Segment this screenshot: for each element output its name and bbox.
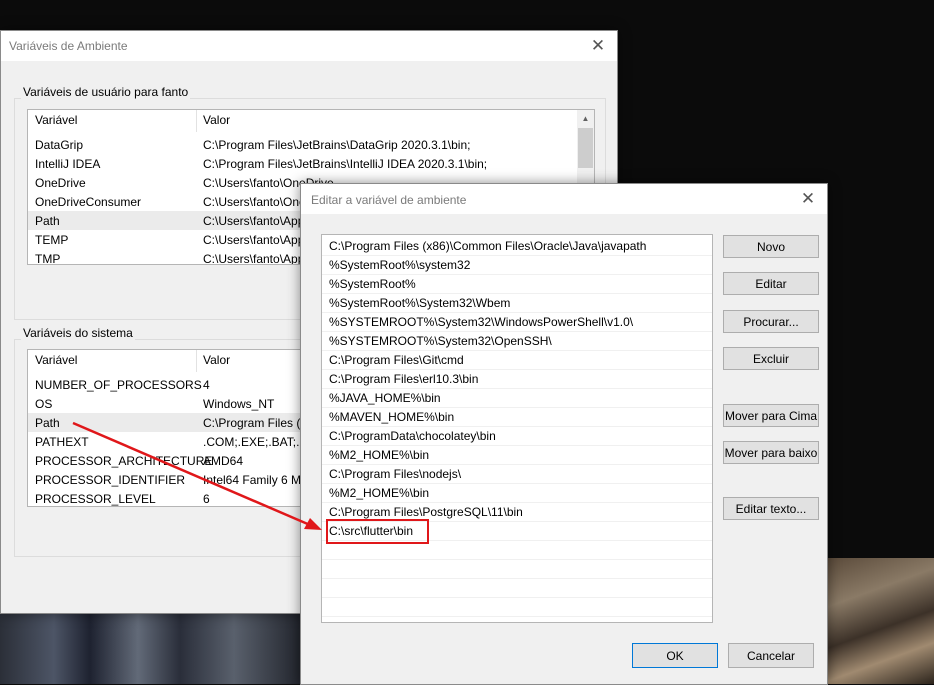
annotation-arrow <box>72 421 322 530</box>
